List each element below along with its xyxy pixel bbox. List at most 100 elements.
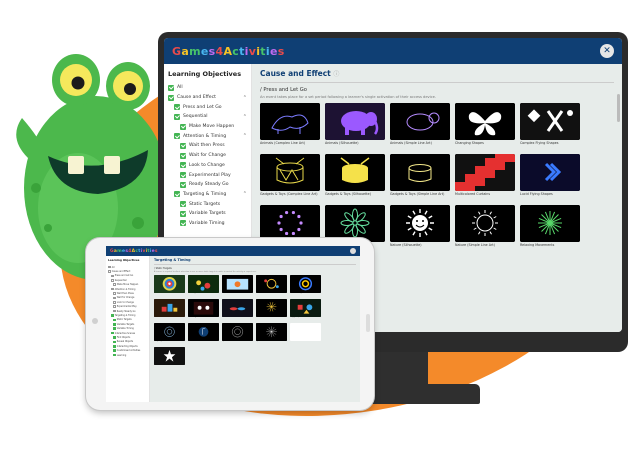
checkbox[interactable]	[111, 274, 114, 278]
checkbox[interactable]	[113, 353, 116, 357]
activity-tile[interactable]: Animals (Simple Line Art)	[390, 103, 450, 149]
checkbox[interactable]	[180, 142, 186, 149]
sidebar-item[interactable]: Attention & Timing ⌃	[168, 131, 247, 141]
activity-tile[interactable]: Aim & Shoot	[154, 274, 185, 297]
activity-tile[interactable]: Make Music	[188, 322, 219, 345]
blocks-thumbnail[interactable]	[154, 298, 185, 317]
sidebar-item[interactable]: Wait for Change	[168, 151, 247, 161]
checkbox[interactable]	[174, 113, 180, 120]
checkbox[interactable]	[180, 210, 186, 217]
brand-logo[interactable]: Games4Activities	[172, 45, 285, 58]
activity-tile[interactable]: Animals (Complex Line Art)	[260, 103, 320, 149]
checkbox[interactable]	[113, 305, 116, 308]
checkbox[interactable]	[168, 84, 174, 91]
curtains-thumbnail[interactable]	[455, 154, 515, 191]
chevron-up-icon[interactable]: ⌃	[243, 114, 247, 120]
activity-tile[interactable]: Nature (Simple Line Art)	[455, 205, 515, 251]
activity-tile[interactable]: Bricks & Blocks	[154, 298, 185, 321]
sidebar-item[interactable]: Make Move Happen	[168, 122, 247, 132]
sidebar-item[interactable]: Sequential ⌃	[168, 112, 247, 122]
sidebar-item[interactable]: Cause and Effect ⌃	[168, 93, 247, 103]
flying-shapes-thumbnail[interactable]	[520, 103, 580, 140]
checkbox[interactable]	[113, 349, 116, 352]
catch-thumbnail[interactable]	[222, 274, 253, 293]
checkbox[interactable]	[113, 327, 116, 330]
chevron-up-icon[interactable]: ⌃	[243, 133, 247, 139]
sidebar-item[interactable]: All	[168, 83, 247, 93]
checkbox[interactable]	[113, 322, 116, 326]
checkbox[interactable]	[174, 133, 180, 140]
sun-thumbnail[interactable]	[390, 205, 450, 242]
checkbox[interactable]	[113, 283, 116, 287]
blank-thumbnail[interactable]	[290, 322, 321, 341]
close-icon[interactable]: ✕	[600, 44, 614, 58]
sidebar-item[interactable]: Experimental Play	[168, 170, 247, 180]
checkbox[interactable]	[113, 340, 116, 344]
checkbox[interactable]	[113, 318, 116, 322]
sun-simple-thumbnail[interactable]	[455, 205, 515, 242]
activity-tile[interactable]: Happy Shapes	[290, 298, 321, 321]
checkbox[interactable]	[180, 201, 186, 208]
drums-thumbnail[interactable]	[222, 298, 253, 317]
checkbox[interactable]	[174, 191, 180, 198]
chevron-up-icon[interactable]: ⌃	[243, 95, 247, 101]
activity-tile[interactable]: Animated Targets	[290, 274, 321, 297]
activity-tile[interactable]: Drum Kit	[222, 298, 253, 321]
checkbox[interactable]	[180, 162, 186, 169]
checkbox[interactable]	[180, 152, 186, 159]
checkbox[interactable]	[108, 270, 111, 273]
activity-tile[interactable]: Star Burst	[154, 346, 185, 369]
activity-tile[interactable]: Lucid Flying Shapes	[520, 154, 580, 200]
sidebar-item[interactable]: Press and Let Go	[168, 102, 247, 112]
sidebar-item[interactable]: Look to Change	[168, 161, 247, 171]
bubbles-thumbnail[interactable]	[256, 274, 287, 293]
drum-simple-thumbnail[interactable]	[390, 154, 450, 191]
scrollbar[interactable]	[617, 94, 620, 122]
checkbox[interactable]	[180, 181, 186, 188]
target-thumbnail[interactable]	[154, 274, 185, 293]
activity-tile[interactable]: Catch & Hit	[222, 274, 253, 297]
chevron-up-icon[interactable]: ⌃	[243, 191, 247, 197]
info-icon[interactable]: ⓘ	[333, 71, 339, 78]
drum-thumbnail[interactable]	[260, 154, 320, 191]
spin-thumbnail[interactable]	[256, 322, 287, 341]
activity-tile[interactable]: Gadgets & Toys (Complex Line Art)	[260, 154, 320, 200]
shapes-thumbnail[interactable]	[290, 298, 321, 317]
butterfly-thumbnail[interactable]	[455, 103, 515, 140]
checkbox[interactable]	[113, 309, 116, 313]
checkbox[interactable]	[111, 314, 114, 317]
activity-tile[interactable]: Space Blast	[222, 322, 253, 345]
activity-tile[interactable]: Fun Fireworks	[256, 298, 287, 321]
sidebar-item[interactable]: Variable Timing	[168, 219, 247, 229]
activity-tile[interactable]: Gadgets & Toys (Simple Line Art)	[390, 154, 450, 200]
checkbox[interactable]	[113, 296, 116, 300]
activity-tile[interactable]: Complex Flying Shapes	[520, 103, 580, 149]
count-thumbnail[interactable]	[188, 298, 219, 317]
drum-silhouette-thumbnail[interactable]	[325, 154, 385, 191]
elephant-silhouette-thumbnail[interactable]	[325, 103, 385, 140]
activity-tile[interactable]: Nature (Silhouette)	[390, 205, 450, 251]
checkbox[interactable]	[113, 344, 116, 348]
music-thumbnail[interactable]	[188, 322, 219, 341]
sidebar-item[interactable]: Variable Targets	[168, 209, 247, 219]
close-icon[interactable]	[350, 248, 356, 254]
dots-circle-thumbnail[interactable]	[260, 205, 320, 242]
sidebar-item[interactable]: Targeting & Timing ⌃	[168, 190, 247, 200]
fiery-thumbnail[interactable]	[154, 322, 185, 341]
sidebar-item[interactable]: Learning	[108, 353, 147, 357]
activity-tile[interactable]: Bouncing Balls	[188, 274, 219, 297]
checkbox[interactable]	[113, 301, 116, 304]
flower-thumbnail[interactable]	[325, 205, 385, 242]
activity-tile[interactable]: Count Together	[188, 298, 219, 321]
checkbox[interactable]	[113, 292, 116, 295]
activity-tile[interactable]: Gadgets & Toys (Silhouette)	[325, 154, 385, 200]
animal-simple-thumbnail[interactable]	[390, 103, 450, 140]
activity-tile[interactable]: Fiery Targets	[154, 322, 185, 345]
activity-tile[interactable]: Relaxing Movements	[520, 205, 580, 251]
sidebar-item[interactable]: Ready Steady Go	[168, 180, 247, 190]
rings-thumbnail[interactable]	[290, 274, 321, 293]
sidebar-item[interactable]: Wait then Press	[168, 141, 247, 151]
activity-tile[interactable]: Animals (Silhouette)	[325, 103, 385, 149]
checkbox[interactable]	[180, 123, 186, 130]
brand-logo[interactable]: Games4Activities	[110, 249, 158, 254]
